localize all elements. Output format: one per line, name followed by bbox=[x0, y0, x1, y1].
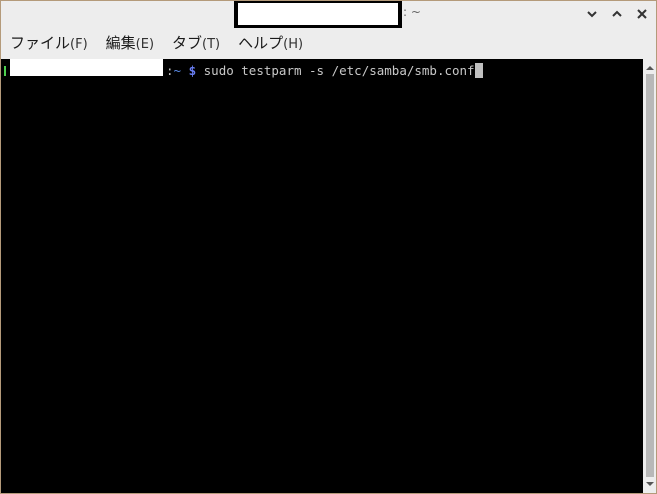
redacted-username bbox=[6, 59, 167, 80]
chevron-down-icon bbox=[587, 11, 597, 18]
menu-edit[interactable]: 編集(E) bbox=[97, 28, 163, 58]
prompt-symbol: $ bbox=[188, 63, 197, 78]
scroll-up-arrow-icon[interactable] bbox=[645, 63, 655, 73]
prompt-separator: : bbox=[166, 63, 174, 78]
menu-file[interactable]: ファイル(F) bbox=[1, 28, 97, 58]
scroll-down-arrow-icon[interactable] bbox=[645, 479, 655, 489]
chevron-up-icon bbox=[612, 10, 622, 17]
menu-tabs-accel: (T) bbox=[202, 37, 221, 52]
title-bar[interactable]: : ~ bbox=[1, 1, 656, 29]
command-line: :~ $ sudo testparm -s /etc/samba/smb.con… bbox=[1, 59, 641, 80]
prompt-directory: ~ bbox=[173, 63, 182, 78]
vertical-scrollbar[interactable] bbox=[643, 59, 656, 493]
menu-bar: ファイル(F) 編集(E) タブ(T) ヘルプ(H) bbox=[1, 28, 656, 58]
command-text: sudo testparm -s /etc/samba/smb.conf bbox=[203, 63, 475, 78]
redacted-title bbox=[234, 1, 402, 29]
prompt: :~ $ sudo testparm -s /etc/samba/smb.con… bbox=[166, 63, 483, 79]
window-title: : ~ bbox=[403, 5, 421, 19]
minimize-button[interactable] bbox=[582, 4, 602, 24]
terminal-output[interactable]: :~ $ sudo testparm -s /etc/samba/smb.con… bbox=[1, 59, 643, 493]
menu-edit-label: 編集 bbox=[105, 34, 136, 52]
close-button[interactable] bbox=[632, 4, 652, 24]
menu-tabs-label: タブ bbox=[172, 34, 203, 52]
menu-help[interactable]: ヘルプ(H) bbox=[229, 28, 312, 58]
scrollbar-thumb[interactable] bbox=[646, 74, 654, 477]
maximize-button[interactable] bbox=[607, 4, 627, 24]
menu-file-accel: (F) bbox=[70, 37, 88, 52]
menu-help-label: ヘルプ bbox=[238, 34, 284, 52]
text-cursor bbox=[474, 63, 483, 78]
close-icon bbox=[637, 9, 647, 19]
menu-edit-accel: (E) bbox=[135, 37, 155, 52]
menu-tabs[interactable]: タブ(T) bbox=[163, 28, 229, 58]
terminal-window: : ~ ファイル(F) 編集(E) タブ(T) ヘルプ(H):~ $ sudo… bbox=[0, 0, 657, 494]
menu-file-label: ファイル bbox=[10, 34, 71, 52]
menu-help-accel: (H) bbox=[283, 37, 304, 52]
